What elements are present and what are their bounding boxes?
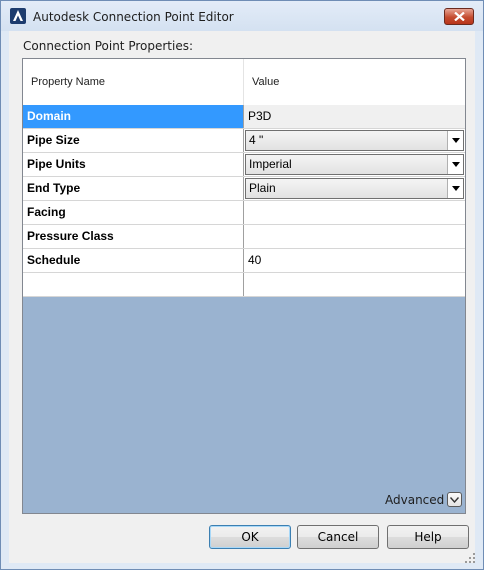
pipe-units-dropdown[interactable]: Imperial — [245, 154, 464, 175]
property-name-cell[interactable]: Pipe Units — [23, 153, 244, 176]
property-value-cell[interactable] — [244, 273, 465, 296]
property-row-pipe-units[interactable]: Pipe Units Imperial — [23, 153, 465, 177]
property-grid: Property Name Value Domain P3D Pipe Size… — [22, 58, 466, 514]
app-icon — [10, 8, 26, 24]
property-row-empty[interactable] — [23, 273, 465, 297]
chevron-down-icon — [452, 186, 460, 191]
ok-button[interactable]: OK — [209, 525, 291, 549]
advanced-expand-button[interactable] — [447, 492, 462, 507]
dialog-body: Connection Point Properties: Property Na… — [9, 31, 475, 563]
property-name-cell[interactable]: Schedule — [23, 249, 244, 272]
property-row-pipe-size[interactable]: Pipe Size 4 " — [23, 129, 465, 153]
close-button[interactable] — [444, 8, 474, 25]
close-icon — [454, 12, 465, 21]
chevron-down-icon — [452, 138, 460, 143]
property-row-domain[interactable]: Domain P3D — [23, 105, 465, 129]
window-title: Autodesk Connection Point Editor — [33, 10, 234, 24]
property-name-cell[interactable]: Facing — [23, 201, 244, 224]
dialog-window: Autodesk Connection Point Editor Connect… — [0, 0, 484, 570]
property-name-cell[interactable]: End Type — [23, 177, 244, 200]
property-row-pressure-class[interactable]: Pressure Class — [23, 225, 465, 249]
property-row-end-type[interactable]: End Type Plain — [23, 177, 465, 201]
column-header-value[interactable]: Value — [244, 59, 465, 105]
dropdown-value: Plain — [249, 181, 276, 195]
chevron-down-icon — [452, 162, 460, 167]
help-button[interactable]: Help — [387, 525, 469, 549]
property-row-facing[interactable]: Facing — [23, 201, 465, 225]
pipe-size-dropdown[interactable]: 4 " — [245, 130, 464, 151]
property-value-cell[interactable] — [244, 201, 465, 224]
title-bar[interactable]: Autodesk Connection Point Editor — [1, 1, 483, 31]
dropdown-arrow-button[interactable] — [447, 179, 463, 198]
chevron-down-icon — [450, 497, 459, 503]
grid-header: Property Name Value — [23, 59, 465, 106]
property-row-schedule[interactable]: Schedule 40 — [23, 249, 465, 273]
property-name-cell[interactable] — [23, 273, 244, 296]
dropdown-value: 4 " — [249, 133, 264, 147]
section-label: Connection Point Properties: — [23, 39, 194, 53]
property-name-cell[interactable]: Pipe Size — [23, 129, 244, 152]
property-name-cell[interactable]: Pressure Class — [23, 225, 244, 248]
dropdown-value: Imperial — [249, 157, 292, 171]
property-name-cell[interactable]: Domain — [23, 105, 244, 128]
cancel-button[interactable]: Cancel — [297, 525, 379, 549]
resize-grip-icon[interactable] — [465, 553, 475, 563]
end-type-dropdown[interactable]: Plain — [245, 178, 464, 199]
dropdown-arrow-button[interactable] — [447, 131, 463, 150]
dropdown-arrow-button[interactable] — [447, 155, 463, 174]
property-value-cell: P3D — [244, 105, 465, 128]
property-value-cell[interactable] — [244, 225, 465, 248]
advanced-label: Advanced — [385, 493, 445, 507]
column-header-property-name[interactable]: Property Name — [23, 59, 243, 105]
property-value-cell[interactable]: 40 — [244, 249, 465, 272]
